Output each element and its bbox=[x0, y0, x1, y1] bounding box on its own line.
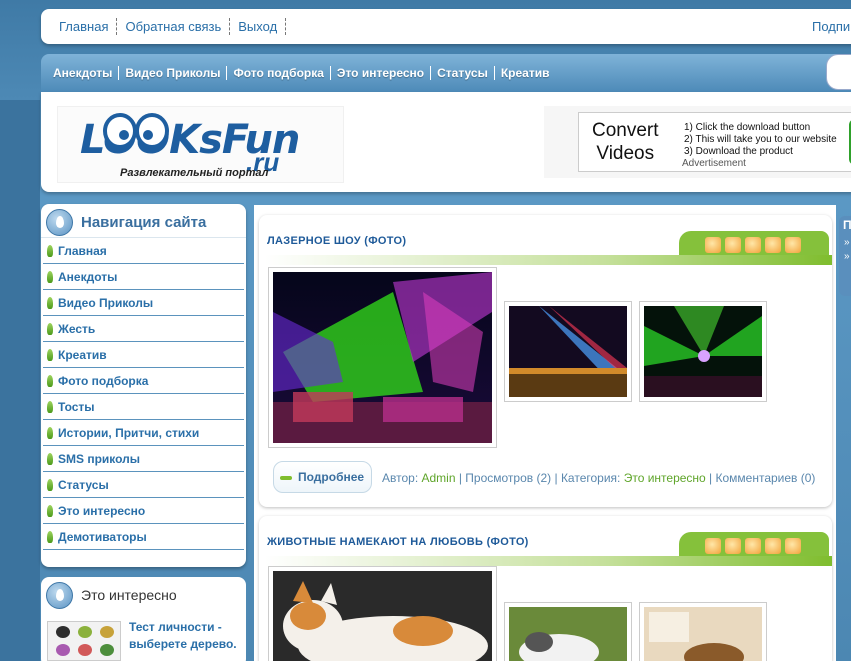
post-thumb-3[interactable] bbox=[639, 602, 767, 661]
menu-item-video[interactable]: Видео Приколы bbox=[119, 66, 228, 80]
tree-test-link[interactable]: Тест личности - выберете дерево. bbox=[129, 619, 237, 653]
leaf-icon bbox=[47, 401, 53, 413]
leaf-icon bbox=[47, 505, 53, 517]
flame-icon bbox=[46, 582, 73, 609]
laser-photo bbox=[644, 306, 762, 397]
ad-area: Convert Videos 1) Click the download butt… bbox=[544, 106, 851, 178]
site-logo[interactable]: LOOKsFun .ru Развлекательный портал bbox=[57, 106, 344, 183]
ad-label: Advertisement bbox=[682, 158, 746, 169]
post-thumb-2[interactable] bbox=[504, 602, 632, 661]
main-content: ЛАЗЕРНОЕ ШОУ (ФОТО) Подробнее Автор: Adm… bbox=[254, 205, 836, 661]
rating-thumb-icon[interactable] bbox=[745, 538, 761, 554]
top-link-home[interactable]: Главная bbox=[51, 18, 118, 35]
right-box-bullets: »» bbox=[844, 237, 850, 262]
category-link[interactable]: Это интересно bbox=[624, 471, 706, 485]
left-background-strip bbox=[0, 100, 40, 661]
leaf-icon bbox=[47, 323, 53, 335]
menu-item-interesting[interactable]: Это интересно bbox=[331, 66, 432, 80]
ad-steps: 1) Click the download button 2) This wil… bbox=[684, 122, 837, 157]
post-meta: Автор: Admin | Просмотров (2) | Категори… bbox=[382, 471, 816, 485]
post-thumb-2[interactable] bbox=[504, 301, 632, 402]
menu-item-creative[interactable]: Креатив bbox=[495, 66, 556, 80]
leaf-icon bbox=[47, 479, 53, 491]
flame-icon bbox=[46, 209, 73, 236]
leaf-icon bbox=[47, 375, 53, 387]
menu-item-jokes[interactable]: Анекдоты bbox=[47, 66, 120, 80]
nav-item-stories[interactable]: Истории, Притчи, стихи bbox=[43, 420, 244, 446]
nav-item-home[interactable]: Главная bbox=[43, 238, 244, 264]
nav-item-interesting[interactable]: Это интересно bbox=[43, 498, 244, 524]
menu-item-photo[interactable]: Фото подборка bbox=[227, 66, 331, 80]
tree-test-thumbnail[interactable] bbox=[47, 621, 121, 661]
top-links-bar: Главная Обратная связь Выход Подпи bbox=[41, 9, 851, 44]
interesting-box-title: Это интересно bbox=[81, 587, 177, 603]
rating-thumb-icon[interactable] bbox=[785, 538, 801, 554]
laser-photo bbox=[509, 306, 627, 397]
rating-thumb-icon[interactable] bbox=[725, 237, 741, 253]
rating-thumb-icon[interactable] bbox=[745, 237, 761, 253]
author-link[interactable]: Admin bbox=[422, 471, 456, 485]
top-link-logout[interactable]: Выход bbox=[230, 18, 287, 35]
leaf-icon bbox=[47, 297, 53, 309]
nav-title: Навигация сайта bbox=[81, 214, 207, 231]
site-navigation: Навигация сайта Главная Анекдоты Видео П… bbox=[41, 204, 246, 567]
post-main-image[interactable] bbox=[268, 267, 497, 448]
right-box-title: П bbox=[843, 218, 851, 232]
nav-item-statuses[interactable]: Статусы bbox=[43, 472, 244, 498]
post-title[interactable]: ЛАЗЕРНОЕ ШОУ (ФОТО) bbox=[267, 235, 406, 247]
arrow-icon bbox=[280, 476, 292, 480]
leaf-icon bbox=[47, 271, 53, 283]
top-link-subscribe[interactable]: Подпи bbox=[812, 19, 850, 34]
leaf-icon bbox=[47, 531, 53, 543]
rating-thumb-icon[interactable] bbox=[705, 237, 721, 253]
title-underline bbox=[265, 556, 832, 566]
category-menu: Анекдоты Видео Приколы Фото подборка Это… bbox=[41, 54, 851, 92]
post-laser-show: ЛАЗЕРНОЕ ШОУ (ФОТО) Подробнее Автор: Adm… bbox=[259, 215, 832, 507]
search-input[interactable] bbox=[826, 54, 851, 90]
laser-photo bbox=[273, 272, 492, 443]
nav-item-photo[interactable]: Фото подборка bbox=[43, 368, 244, 394]
logo-eyes-icon bbox=[103, 113, 169, 149]
nav-item-jokes[interactable]: Анекдоты bbox=[43, 264, 244, 290]
rating-thumb-icon[interactable] bbox=[765, 538, 781, 554]
title-underline bbox=[265, 255, 832, 265]
ad-title: Convert Videos bbox=[592, 120, 659, 164]
nav-item-creative[interactable]: Креатив bbox=[43, 342, 244, 368]
more-button[interactable]: Подробнее bbox=[273, 461, 372, 493]
rating-thumb-icon[interactable] bbox=[705, 538, 721, 554]
ad-banner[interactable]: Convert Videos 1) Click the download butt… bbox=[578, 112, 851, 172]
logo-tagline: Развлекательный портал bbox=[120, 167, 269, 179]
top-link-feedback[interactable]: Обратная связь bbox=[117, 18, 231, 35]
leaf-icon bbox=[47, 349, 53, 361]
menu-item-statuses[interactable]: Статусы bbox=[431, 66, 495, 80]
nav-item-toasts[interactable]: Тосты bbox=[43, 394, 244, 420]
rating-thumb-icon[interactable] bbox=[725, 538, 741, 554]
nav-item-video[interactable]: Видео Приколы bbox=[43, 290, 244, 316]
post-animals: ЖИВОТНЫЕ НАМЕКАЮТ НА ЛЮБОВЬ (ФОТО) bbox=[259, 516, 832, 661]
leaf-icon bbox=[47, 427, 53, 439]
post-thumb-3[interactable] bbox=[639, 301, 767, 402]
post-main-image[interactable] bbox=[268, 566, 497, 661]
post-title[interactable]: ЖИВОТНЫЕ НАМЕКАЮТ НА ЛЮБОВЬ (ФОТО) bbox=[267, 536, 529, 548]
rating-thumb-icon[interactable] bbox=[785, 237, 801, 253]
interesting-box: Это интересно Тест личности - выберете д… bbox=[41, 577, 246, 661]
animal-photo bbox=[509, 607, 627, 661]
rating-thumb-icon[interactable] bbox=[765, 237, 781, 253]
nav-item-demotivators[interactable]: Демотиваторы bbox=[43, 524, 244, 550]
site-header: LOOKsFun .ru Развлекательный портал Conv… bbox=[41, 92, 851, 192]
leaf-icon bbox=[47, 453, 53, 465]
nav-item-sms[interactable]: SMS приколы bbox=[43, 446, 244, 472]
cat-photo bbox=[273, 571, 492, 661]
nav-item-hardcore[interactable]: Жесть bbox=[43, 316, 244, 342]
animal-photo bbox=[644, 607, 762, 661]
leaf-icon bbox=[47, 245, 53, 257]
